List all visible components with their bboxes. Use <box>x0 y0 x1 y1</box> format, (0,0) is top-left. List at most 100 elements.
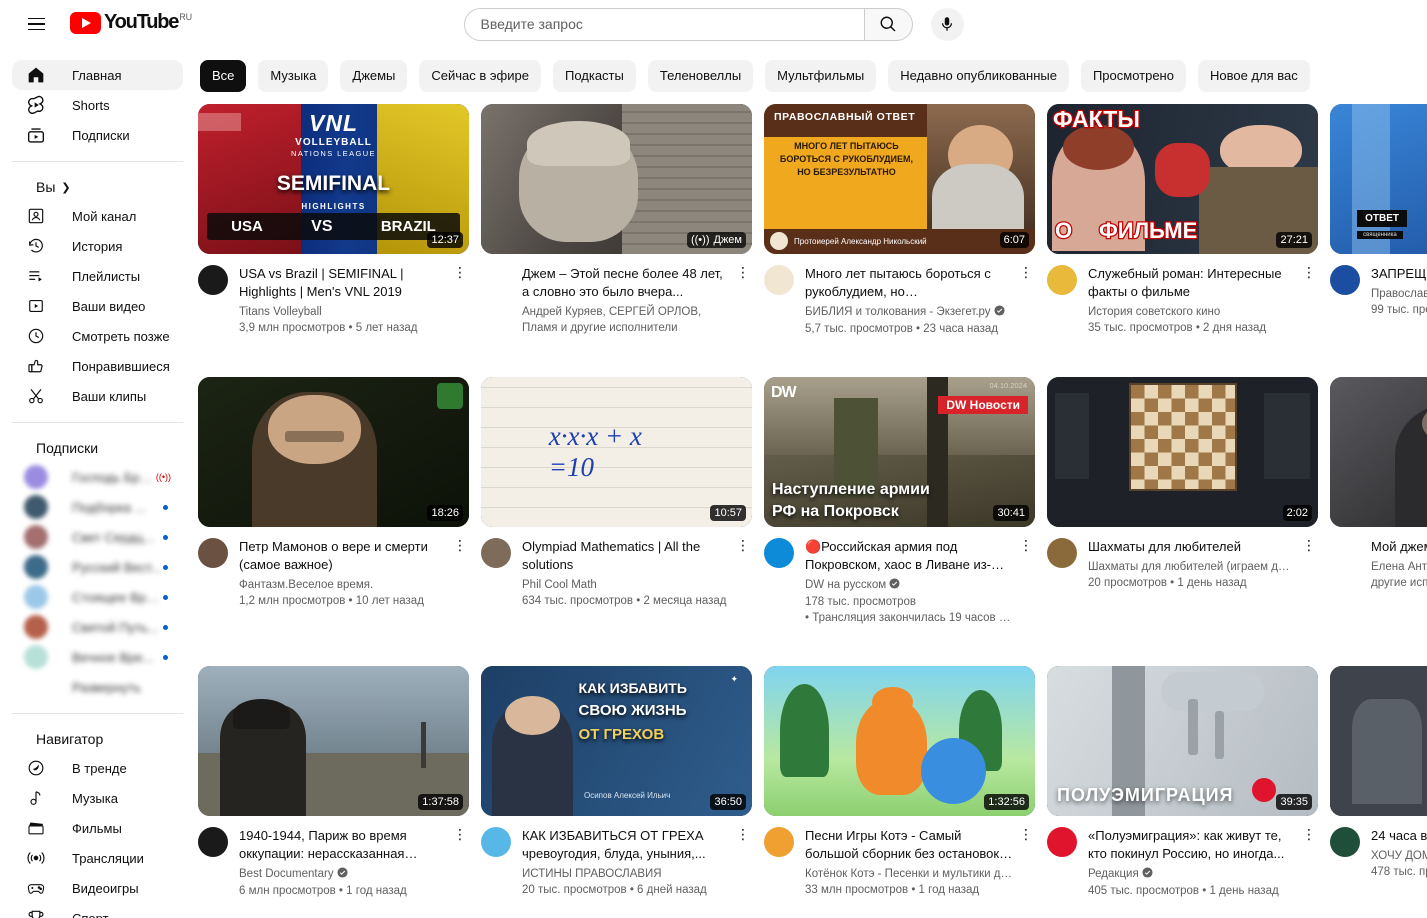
video-title[interactable]: Песни Игры Котэ - Самый большой сборник … <box>805 827 1013 863</box>
video-title[interactable]: Петр Мамонов о вере и смерти (самое важн… <box>239 538 447 574</box>
video-menu-button[interactable]: ⋮ <box>734 827 752 898</box>
sidebar-item-trending[interactable]: В тренде <box>12 753 183 783</box>
video-title[interactable]: 🔴Российская армия под Покровском, хаос в… <box>805 538 1013 574</box>
channel-name[interactable]: ХОЧУ ДОМО... <box>1371 848 1427 864</box>
video-thumbnail[interactable]: DW DW Новости 04.10.2024 Наступление арм… <box>764 377 1035 527</box>
filter-chip[interactable]: Недавно опубликованные <box>888 60 1069 92</box>
channel-name[interactable]: Фантазм.Веселое время. <box>239 577 447 593</box>
video-title[interactable]: USA vs Brazil | SEMIFINAL | Highlights |… <box>239 265 447 301</box>
channel-name[interactable]: Елена Антоновна Камб... Ведищева и други… <box>1371 559 1427 591</box>
video-title[interactable]: Шахматы для любителей <box>1088 538 1296 556</box>
sidebar-item-music[interactable]: Музыка <box>12 783 183 813</box>
video-menu-button[interactable]: ⋮ <box>734 265 752 336</box>
sidebar-item-my-channel[interactable]: Мой канал <box>12 201 183 231</box>
video-title[interactable]: Много лет пытаюсь бороться с рукоблудием… <box>805 265 1013 301</box>
video-menu-button[interactable]: ⋮ <box>1300 827 1318 899</box>
filter-chip[interactable]: Просмотрено <box>1081 60 1186 92</box>
filter-chip[interactable]: Теленовеллы <box>648 60 753 92</box>
video-title[interactable]: Мой джем <box>1371 538 1427 556</box>
video-menu-button[interactable]: ⋮ <box>1300 538 1318 591</box>
filter-chip[interactable]: Мультфильмы <box>765 60 876 92</box>
video-thumbnail[interactable]: 18:26 <box>198 377 469 527</box>
channel-avatar[interactable] <box>198 827 228 857</box>
video-card[interactable]: x·x·x + x =1010:57 Olympiad Mathematics |… <box>481 377 764 626</box>
sidebar-item-playlists[interactable]: Плейлисты <box>12 261 183 291</box>
sidebar-subscription-item[interactable]: Святой Путь... <box>12 612 183 642</box>
video-card[interactable]: 1:32:56 Песни Игры Котэ - Самый большой с… <box>764 666 1047 899</box>
video-card[interactable]: VNL VOLLEYBALL NATIONS LEAGUE SEMIFINAL … <box>198 104 481 337</box>
video-title[interactable]: Джем – Этой песне более 48 лет, а словно… <box>522 265 730 301</box>
video-title[interactable]: Служебный роман: Интересные факты о филь… <box>1088 265 1296 301</box>
sidebar-subscription-item[interactable]: Развернуть <box>12 672 183 702</box>
video-title[interactable]: «Полуэмиграция»: как живут те, кто покин… <box>1088 827 1296 863</box>
filter-chip[interactable]: Новое для вас <box>1198 60 1310 92</box>
video-menu-button[interactable]: ⋮ <box>1017 265 1035 337</box>
channel-name[interactable]: БИБЛИЯ и толкования - Экзегет.ру <box>805 304 1013 321</box>
video-thumbnail[interactable]: x·x·x + x =1010:57 <box>481 377 752 527</box>
channel-name[interactable]: ИСТИНЫ ПРАВОСЛАВИЯ <box>522 866 730 882</box>
video-title[interactable]: 1940-1944, Париж во время оккупации: нер… <box>239 827 447 863</box>
video-card[interactable]: 2:02Шахматы для любителейШахматы для люб… <box>1047 377 1330 626</box>
sidebar-item-shorts[interactable]: Shorts <box>12 90 183 120</box>
channel-name[interactable]: Андрей Куряев, СЕРГЕЙ ОРЛОВ, Пламя и дру… <box>522 304 730 336</box>
video-card[interactable]: ✦ КАК ИЗБАВИТЬ СВОЮ ЖИЗНЬ ОТ ГРЕХОВ Осип… <box>481 666 764 899</box>
youtube-logo[interactable]: YouTube RU <box>70 12 192 36</box>
sidebar-item-liked[interactable]: Понравившиеся <box>12 351 183 381</box>
sidebar-item-watch-later[interactable]: Смотреть позже <box>12 321 183 351</box>
filter-chip[interactable]: Джемы <box>340 60 407 92</box>
video-card[interactable]: 18:26 Петр Мамонов о вере и смерти (самое… <box>198 377 481 626</box>
channel-avatar[interactable] <box>481 538 511 568</box>
sidebar-item-subscriptions[interactable]: Подписки <box>12 120 183 150</box>
channel-name[interactable]: История советского кино <box>1088 304 1296 320</box>
video-menu-button[interactable]: ⋮ <box>451 827 469 899</box>
channel-name[interactable]: Редакция <box>1088 866 1296 883</box>
channel-avatar[interactable] <box>1047 265 1077 295</box>
sidebar-subscription-item[interactable]: Подборка ... <box>12 492 183 522</box>
sidebar-subscription-item[interactable]: Русский Вест... <box>12 552 183 582</box>
video-thumbnail[interactable] <box>1330 377 1427 527</box>
video-thumbnail[interactable]: VNL VOLLEYBALL NATIONS LEAGUE SEMIFINAL … <box>198 104 469 254</box>
video-menu-button[interactable]: ⋮ <box>1300 265 1318 336</box>
channel-name[interactable]: Phil Cool Math <box>522 577 730 593</box>
sidebar-item-home[interactable]: Главная <box>12 60 183 90</box>
video-title[interactable]: 24 часа в м... бездомны... <box>1371 827 1427 845</box>
sidebar-you-header[interactable]: Вы ❯ <box>12 173 183 201</box>
channel-avatar[interactable] <box>1330 265 1360 295</box>
video-card[interactable]: 24 ЧА В МЕТ 24 часа в м... бездомны... ХОЧ… <box>1330 666 1427 899</box>
video-card[interactable]: Мой джем Елена Антоновна Камб... Ведищева… <box>1330 377 1427 626</box>
sidebar-subscription-item[interactable]: Свет Сердц... <box>12 522 183 552</box>
filter-chip[interactable]: Подкасты <box>553 60 636 92</box>
video-card[interactable]: ПРАВОСЛАВНЫЙ ОТВЕТ МНОГО ЛЕТ ПЫТАЮСЬ БОР… <box>764 104 1047 337</box>
search-button[interactable] <box>864 8 913 41</box>
video-menu-button[interactable]: ⋮ <box>734 538 752 609</box>
channel-name[interactable]: Православн... <box>1371 286 1427 302</box>
video-title[interactable]: КАК ИЗБАВИТЬСЯ ОТ ГРЕХА чревоугодия, блу… <box>522 827 730 863</box>
video-card[interactable]: DW DW Новости 04.10.2024 Наступление арм… <box>764 377 1047 626</box>
channel-avatar[interactable] <box>1330 538 1360 568</box>
sidebar-subscription-item[interactable]: Господь Бре...((•)) <box>12 462 183 492</box>
sidebar-item-your-videos[interactable]: Ваши видео <box>12 291 183 321</box>
hamburger-icon[interactable] <box>16 4 56 44</box>
sidebar-item-clips[interactable]: Ваши клипы <box>12 381 183 411</box>
search-input[interactable] <box>481 16 858 32</box>
channel-avatar[interactable] <box>198 265 228 295</box>
video-card[interactable]: ПОЛУЭМИГРАЦИЯ 39:35«Полуэмиграция»: как … <box>1047 666 1330 899</box>
channel-name[interactable]: Best Documentary <box>239 866 447 883</box>
video-menu-button[interactable]: ⋮ <box>451 538 469 609</box>
sidebar-subscription-item[interactable]: Стоящее Вре... <box>12 582 183 612</box>
sidebar-item-sports[interactable]: Спорт <box>12 903 183 918</box>
sidebar-subscription-item[interactable]: Вечное Вре... <box>12 642 183 672</box>
video-card[interactable]: ФАКТЫ О ФИЛЬМЕ27:21 Служебный роман: Инте… <box>1047 104 1330 337</box>
video-thumbnail[interactable]: 1:37:58 <box>198 666 469 816</box>
video-title[interactable]: Olympiad Mathematics | All the solutions <box>522 538 730 574</box>
channel-avatar[interactable] <box>198 538 228 568</box>
channel-name[interactable]: DW на русском <box>805 577 1013 594</box>
video-thumbnail[interactable]: 1:32:56 <box>764 666 1035 816</box>
channel-name[interactable]: Шахматы для любителей (играем для душ... <box>1088 559 1296 575</box>
video-thumbnail[interactable]: ПРАВОСЛАВНЫЙ ОТВЕТ МНОГО ЛЕТ ПЫТАЮСЬ БОР… <box>764 104 1035 254</box>
video-thumbnail[interactable]: ФАКТЫ О ФИЛЬМЕ27:21 <box>1047 104 1318 254</box>
search-box[interactable] <box>464 8 864 41</box>
filter-chip[interactable]: Сейчас в эфире <box>419 60 541 92</box>
video-thumbnail[interactable]: ((•))Джем <box>481 104 752 254</box>
video-thumbnail[interactable]: 24 ЧА В МЕТ <box>1330 666 1427 816</box>
